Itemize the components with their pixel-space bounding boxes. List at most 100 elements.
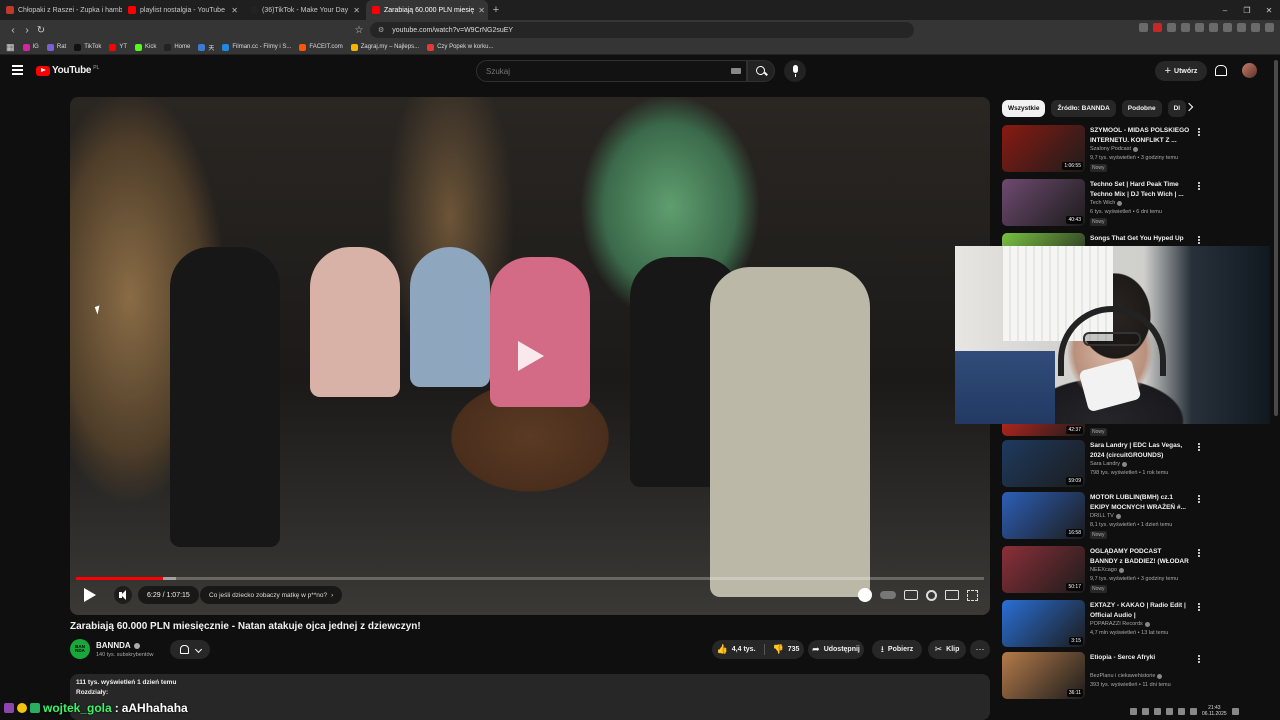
tray-app-icon[interactable] bbox=[1154, 707, 1161, 715]
recommendation-title[interactable]: SZYMOOL - MIDAS POLSKIEGO INTERNETU. KON… bbox=[1090, 126, 1190, 146]
close-window-icon[interactable]: ✕ bbox=[1258, 6, 1280, 15]
url-field[interactable]: ⚙ youtube.com/watch?v=W9CrNG2suEY bbox=[370, 22, 914, 38]
big-play-icon[interactable] bbox=[518, 341, 544, 371]
bookmark-item[interactable]: FACEIT.com bbox=[299, 43, 343, 51]
apps-grid-icon[interactable]: ▦ bbox=[6, 42, 15, 53]
browser-tab[interactable]: playlist nostalgia - YouTube ✕ bbox=[122, 0, 244, 20]
autoplay-icon[interactable] bbox=[858, 588, 872, 602]
filter-chip[interactable]: Źródło: BANNDA bbox=[1051, 100, 1116, 117]
bookmark-item[interactable]: IG bbox=[22, 43, 39, 51]
minimize-icon[interactable]: – bbox=[1214, 6, 1236, 15]
download-button[interactable]: ⭳ Pobierz bbox=[872, 640, 922, 659]
more-vert-icon[interactable] bbox=[1198, 549, 1200, 551]
like-count[interactable]: 4,4 tys. bbox=[732, 646, 756, 653]
recommendation-title[interactable]: Songs That Get You Hyped Up bbox=[1090, 234, 1190, 244]
dislike-count[interactable]: 735 bbox=[788, 646, 800, 653]
fullscreen-icon[interactable] bbox=[967, 589, 978, 601]
bookmark-item[interactable]: YT bbox=[109, 43, 127, 51]
recommendation-title[interactable]: OGLĄDAMY PODCAST BANNDY z BADDIEZ! (WŁOD… bbox=[1090, 547, 1190, 567]
browser-tab[interactable]: (36)TikTok - Make Your Day ✕ bbox=[244, 0, 366, 20]
bookmark-item[interactable]: Zagraj.my – Najleps... bbox=[350, 43, 419, 51]
volume-icon[interactable] bbox=[114, 586, 132, 604]
site-info-icon[interactable]: ⚙ bbox=[378, 26, 384, 34]
extension-icon[interactable] bbox=[1223, 23, 1232, 32]
subscription-bell-button[interactable] bbox=[170, 640, 210, 659]
video-thumbnail[interactable]: 40:43 bbox=[1002, 179, 1085, 226]
video-thumbnail[interactable]: 3:15 bbox=[1002, 600, 1085, 647]
recommendation-channel[interactable]: Sara Landry bbox=[1090, 461, 1127, 467]
more-vert-icon[interactable] bbox=[1198, 236, 1200, 238]
tray-app-icon[interactable] bbox=[1142, 707, 1149, 715]
recommendation-channel[interactable]: DRILL TV bbox=[1090, 513, 1121, 519]
recommendation-channel[interactable]: NEEXcago bbox=[1090, 567, 1124, 573]
miniplayer-icon[interactable] bbox=[945, 590, 959, 600]
recommendation-channel[interactable]: Szalony Podcast bbox=[1090, 146, 1138, 152]
notification-center-icon[interactable] bbox=[1231, 707, 1239, 715]
extension-icon[interactable] bbox=[1167, 23, 1176, 32]
video-player[interactable]: 6:29 / 1:07:15 Co jeśli dziecko zobaczy … bbox=[70, 97, 990, 615]
recommendation-title[interactable]: EXTAZY - KAKAO | Radio Edit | Official A… bbox=[1090, 601, 1190, 621]
play-button[interactable] bbox=[84, 588, 96, 602]
bookmark-item[interactable]: Kick bbox=[135, 43, 156, 51]
account-avatar[interactable] bbox=[1242, 63, 1257, 78]
page-scrollbar[interactable] bbox=[1274, 60, 1278, 416]
extension-icon[interactable] bbox=[1153, 23, 1162, 32]
search-button[interactable] bbox=[747, 60, 775, 82]
recommendation-title[interactable]: Techno Set | Hard Peak Time Techno Mix |… bbox=[1090, 180, 1190, 200]
wifi-icon[interactable] bbox=[1178, 707, 1185, 715]
recommendation-item[interactable]: 36:11 Etiopia - Serce Afryki BezPlanu i ci… bbox=[1002, 652, 1272, 700]
more-vert-icon[interactable] bbox=[1198, 182, 1200, 184]
bookmark-star-icon[interactable]: ☆ bbox=[352, 25, 366, 36]
filter-chip[interactable]: Dl bbox=[1167, 100, 1187, 117]
recommendation-item[interactable]: 16:58 MOTOR LUBLIN(BMH) cz.1 EKIPY MOCNYC… bbox=[1002, 492, 1272, 540]
share-button[interactable]: ➦ Udostępnij bbox=[808, 640, 864, 659]
tab-close-icon[interactable]: ✕ bbox=[353, 6, 360, 15]
recommendation-item[interactable]: 50:17 OGLĄDAMY PODCAST BANNDY z BADDIEZ! … bbox=[1002, 546, 1272, 594]
recommendation-channel[interactable]: BezPlanu i ciekawehistorie bbox=[1090, 673, 1163, 679]
bookmark-item[interactable]: Rat bbox=[46, 43, 66, 51]
recommendation-item[interactable]: 3:15 EXTAZY - KAKAO | Radio Edit | Offici… bbox=[1002, 600, 1272, 648]
channel-avatar[interactable]: BAN NDA bbox=[70, 639, 90, 659]
recommendation-title[interactable]: Etiopia - Serce Afryki bbox=[1090, 653, 1190, 663]
more-vert-icon[interactable] bbox=[1198, 655, 1200, 657]
more-vert-icon[interactable] bbox=[1198, 443, 1200, 445]
chapter-button[interactable]: Co jeśli dziecko zobaczy matkę w p**no? … bbox=[200, 586, 343, 604]
recommendation-title[interactable]: MOTOR LUBLIN(BMH) cz.1 EKIPY MOCNYCH WRA… bbox=[1090, 493, 1190, 513]
bookmark-item[interactable]: Czy Popek w korku... bbox=[427, 43, 493, 51]
video-thumbnail[interactable]: 1:06:55 bbox=[1002, 125, 1085, 172]
tab-close-icon[interactable]: ✕ bbox=[478, 6, 485, 15]
create-button[interactable]: + Utwórz bbox=[1155, 61, 1207, 81]
settings-gear-icon[interactable] bbox=[926, 589, 937, 601]
progress-bar[interactable] bbox=[76, 577, 984, 580]
browser-tab[interactable]: Zarabiają 60.000 PLN miesię ✕ bbox=[366, 0, 488, 20]
tray-app-icon[interactable] bbox=[1166, 707, 1173, 715]
system-clock[interactable]: 21:43 06.11.2025 bbox=[1202, 705, 1227, 717]
channel-name[interactable]: BANNDA bbox=[96, 641, 140, 650]
recommendation-channel[interactable]: POPARAZZI Records bbox=[1090, 621, 1150, 627]
bookmark-item[interactable]: TikTok bbox=[74, 43, 101, 51]
tab-close-icon[interactable]: ✕ bbox=[231, 6, 238, 15]
maximize-icon[interactable]: ❐ bbox=[1236, 6, 1258, 15]
reload-icon[interactable]: ↻ bbox=[34, 25, 48, 36]
description-box[interactable]: 111 tys. wyświetleń 1 dzień temu Rozdzia… bbox=[70, 674, 990, 720]
extension-icon[interactable] bbox=[1195, 23, 1204, 32]
more-vert-icon[interactable] bbox=[1198, 128, 1200, 130]
bookmark-item[interactable]: Home bbox=[164, 43, 190, 51]
more-vert-icon[interactable] bbox=[1198, 603, 1200, 605]
recommendation-channel[interactable]: Tech Wich bbox=[1090, 200, 1123, 206]
youtube-logo[interactable]: YouTube PL bbox=[36, 65, 99, 76]
browser-tab[interactable]: Chłopaki z Raszei - Zupka i hamburg✕ bbox=[0, 0, 122, 20]
subtitles-icon[interactable] bbox=[904, 590, 918, 600]
recommendation-title[interactable]: Sara Landry | EDC Las Vegas, 2024 (circu… bbox=[1090, 441, 1190, 461]
filter-chip[interactable]: Podobne bbox=[1121, 100, 1162, 117]
menu-kebab-icon[interactable] bbox=[1265, 23, 1274, 32]
more-actions-button[interactable]: ⋯ bbox=[970, 640, 990, 659]
voice-search-mic-icon[interactable] bbox=[784, 60, 806, 82]
bookmark-item[interactable]: 天 bbox=[198, 43, 214, 52]
video-thumbnail[interactable]: 36:11 bbox=[1002, 652, 1085, 699]
more-vert-icon[interactable] bbox=[1198, 495, 1200, 497]
bookmark-item[interactable]: Filman.cc - Filmy i S... bbox=[222, 43, 291, 51]
extension-icon[interactable] bbox=[1181, 23, 1190, 32]
extension-icon[interactable] bbox=[1139, 23, 1148, 32]
video-thumbnail[interactable]: 16:58 bbox=[1002, 492, 1085, 539]
